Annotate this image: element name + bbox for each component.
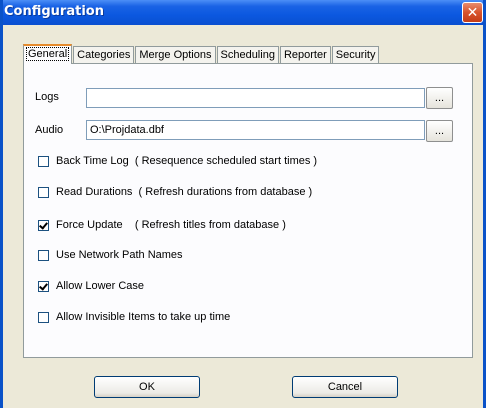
option-allow-invisible-items[interactable]: Allow Invisible Items to take up time	[38, 310, 230, 324]
tab-general[interactable]: General	[23, 44, 73, 64]
tab-scheduling[interactable]: Scheduling	[216, 46, 279, 64]
logs-label: Logs	[35, 91, 59, 103]
audio-input[interactable]: O:\Projdata.dbf	[86, 120, 425, 140]
option-allow-lower-case[interactable]: Allow Lower Case	[38, 279, 144, 293]
audio-browse-button[interactable]: ...	[426, 120, 453, 142]
close-button[interactable]: ✕	[462, 2, 483, 23]
configuration-dialog: Configuration ✕ General Categories Merge…	[0, 0, 486, 408]
ok-button[interactable]: OK	[94, 376, 200, 398]
option-use-network-path-names[interactable]: Use Network Path Names	[38, 248, 183, 262]
tab-security[interactable]: Security	[331, 46, 380, 64]
logs-browse-button[interactable]: ...	[426, 87, 453, 109]
back-time-log-checkbox[interactable]	[38, 155, 49, 167]
option-back-time-log[interactable]: Back Time Log ( Resequence scheduled sta…	[38, 154, 317, 168]
window-title: Configuration	[4, 4, 104, 19]
allow-lower-case-checkbox[interactable]	[38, 280, 49, 292]
close-icon: ✕	[466, 4, 479, 20]
option-force-update[interactable]: Force Update ( Refresh titles from datab…	[38, 218, 286, 232]
option-read-durations[interactable]: Read Durations ( Refresh durations from …	[38, 185, 312, 199]
allow-invisible-items-checkbox[interactable]	[38, 311, 49, 323]
logs-input[interactable]	[86, 88, 425, 108]
use-network-path-names-checkbox[interactable]	[38, 249, 49, 261]
tab-categories[interactable]: Categories	[73, 46, 135, 64]
cancel-button[interactable]: Cancel	[292, 376, 398, 398]
tab-reporter[interactable]: Reporter	[279, 46, 331, 64]
tab-merge-options[interactable]: Merge Options	[135, 46, 216, 64]
audio-label: Audio	[35, 124, 64, 136]
force-update-checkbox[interactable]	[38, 219, 49, 231]
title-bar[interactable]: Configuration ✕	[3, 0, 483, 25]
read-durations-checkbox[interactable]	[38, 186, 49, 198]
tab-strip: General Categories Merge Options Schedul…	[23, 44, 380, 64]
